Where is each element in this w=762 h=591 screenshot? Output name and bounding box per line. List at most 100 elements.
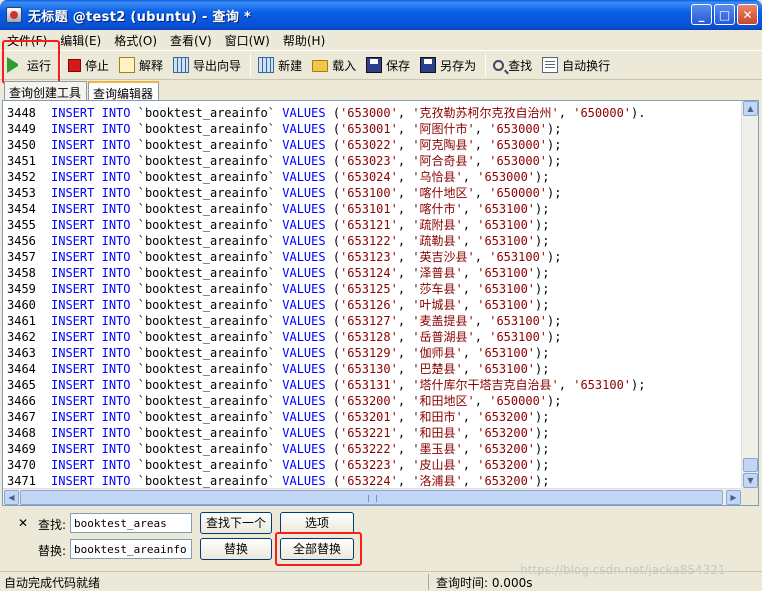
toolbar-separator [485, 54, 487, 76]
comma: , [397, 234, 413, 248]
menu-edit[interactable]: 编辑(E) [53, 32, 107, 49]
scroll-right-arrow[interactable]: ▶ [726, 490, 741, 505]
keyword-insert: INSERT [51, 218, 95, 232]
area-code: '653100' [340, 186, 398, 200]
run-button[interactable]: 运行 [0, 53, 55, 77]
stop-button[interactable]: 停止 [64, 53, 113, 77]
comma: , [397, 394, 413, 408]
area-name: '皮山县' [412, 458, 463, 472]
line-number: 3450 [7, 138, 36, 152]
keyword-values: VALUES [282, 298, 326, 312]
menu-help[interactable]: 帮助(H) [276, 32, 331, 49]
replace-all-button[interactable]: 全部替换 [280, 538, 354, 560]
code-line: 3450 INSERT INTO `booktest_areainfo` VALU… [3, 137, 743, 153]
vertical-scrollbar[interactable]: ▲ ▼ [741, 101, 758, 490]
find-button[interactable]: 查找 [489, 53, 536, 77]
replace-button[interactable]: 替换 [200, 538, 272, 560]
table-name: `booktest_areainfo` [137, 314, 276, 328]
close-icon[interactable]: ✕ [18, 516, 28, 530]
keyword-into: INTO [101, 282, 131, 296]
area-code: '653101' [340, 202, 398, 216]
line-tail: ); [535, 202, 550, 216]
keyword-into: INTO [101, 154, 131, 168]
tab-query-builder[interactable]: 查询创建工具 [4, 81, 88, 100]
keyword-into: INTO [101, 202, 131, 216]
comma: , [474, 250, 490, 264]
menu-file[interactable]: 文件(F) [0, 32, 53, 49]
area-code: '653128' [340, 330, 398, 344]
keyword-insert: INSERT [51, 202, 95, 216]
table-name: `booktest_areainfo` [137, 298, 276, 312]
open-paren: ( [325, 122, 341, 136]
keyword-values: VALUES [282, 314, 326, 328]
comma: , [462, 298, 478, 312]
load-button[interactable]: 载入 [308, 53, 360, 77]
area-name: '喀什地区' [412, 186, 475, 200]
comma: , [397, 282, 413, 296]
area-name: '疏勒县' [412, 234, 463, 248]
keyword-insert: INSERT [51, 266, 95, 280]
scroll-left-arrow[interactable]: ◀ [4, 490, 19, 505]
area-name: '阿克陶县' [412, 138, 475, 152]
sql-editor[interactable]: 3448 INSERT INTO `booktest_areainfo` VALU… [2, 100, 759, 506]
code-line: 3467 INSERT INTO `booktest_areainfo` VALU… [3, 409, 743, 425]
tab-query-editor[interactable]: 查询编辑器 [88, 81, 160, 101]
line-tail: ); [535, 426, 550, 440]
save-button[interactable]: 保存 [362, 53, 414, 77]
maximize-button[interactable]: □ [714, 4, 735, 25]
export-label: 导出向导 [193, 58, 242, 73]
keyword-values: VALUES [282, 138, 326, 152]
code-line: 3468 INSERT INTO `booktest_areainfo` VALU… [3, 425, 743, 441]
line-tail: ); [535, 474, 550, 488]
export-wizard-button[interactable]: 导出向导 [169, 53, 245, 77]
code-line: 3449 INSERT INTO `booktest_areainfo` VALU… [3, 121, 743, 137]
options-button[interactable]: 选项 [280, 512, 354, 534]
keyword-into: INTO [101, 298, 131, 312]
table-name: `booktest_areainfo` [137, 154, 276, 168]
scroll-down-arrow[interactable]: ▼ [743, 473, 758, 488]
line-tail: ). [631, 106, 646, 120]
area-code: '653222' [340, 442, 398, 456]
line-number: 3454 [7, 202, 36, 216]
replace-input[interactable] [70, 539, 192, 559]
find-next-button[interactable]: 查找下一个 [200, 512, 272, 534]
find-label: 查找 [508, 58, 533, 73]
horizontal-scrollbar[interactable]: ◀ ▶ [3, 488, 743, 505]
explain-button[interactable]: 解释 [115, 53, 167, 77]
menu-format[interactable]: 格式(O) [107, 32, 163, 49]
keyword-values: VALUES [282, 122, 326, 136]
comma: , [397, 122, 413, 136]
toolbar-separator [60, 54, 62, 76]
scroll-up-arrow[interactable]: ▲ [743, 101, 758, 116]
menu-window[interactable]: 窗口(W) [218, 32, 276, 49]
save-as-button[interactable]: 另存为 [416, 53, 480, 77]
keyword-insert: INSERT [51, 330, 95, 344]
word-wrap-button[interactable]: 自动换行 [538, 53, 614, 77]
keyword-insert: INSERT [51, 122, 95, 136]
vertical-scroll-thumb[interactable] [743, 458, 758, 472]
menu-view[interactable]: 查看(V) [163, 32, 218, 49]
find-input[interactable] [70, 513, 192, 533]
keyword-insert: INSERT [51, 458, 95, 472]
table-name: `booktest_areainfo` [137, 234, 276, 248]
area-code: '653126' [340, 298, 398, 312]
table-name: `booktest_areainfo` [137, 138, 276, 152]
line-tail: ); [547, 186, 562, 200]
parent-code: '650000' [573, 106, 632, 120]
save-icon [366, 57, 383, 73]
horizontal-scroll-thumb[interactable] [20, 490, 723, 505]
parent-code: '653200' [477, 426, 536, 440]
line-number: 3464 [7, 362, 36, 376]
code-line: 3466 INSERT INTO `booktest_areainfo` VALU… [3, 393, 743, 409]
close-button[interactable]: ✕ [737, 4, 758, 25]
table-name: `booktest_areainfo` [137, 474, 276, 488]
minimize-button[interactable]: _ [691, 4, 712, 25]
parent-code: '653100' [477, 282, 536, 296]
new-button[interactable]: 新建 [254, 53, 306, 77]
